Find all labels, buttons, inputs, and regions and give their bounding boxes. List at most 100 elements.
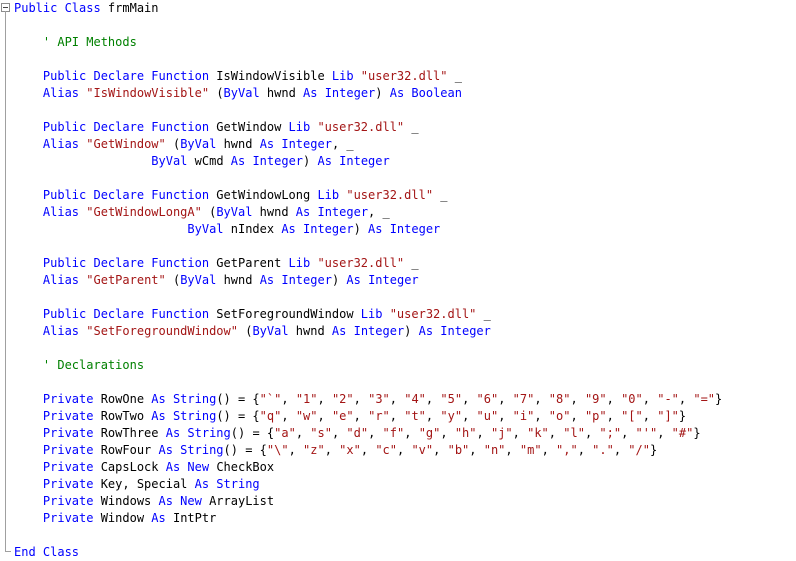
keyword-token: As String <box>158 443 224 457</box>
identifier-token: ( <box>165 137 181 151</box>
identifier-token: ) <box>353 222 369 236</box>
identifier-token: } <box>693 426 701 440</box>
code-line: Private Key, Special As String <box>14 476 260 493</box>
string-token: "r" <box>368 409 390 423</box>
identifier-token <box>14 307 43 321</box>
keyword-token: As Boolean <box>389 86 462 100</box>
identifier-token: ) <box>303 154 318 168</box>
string-token: "1" <box>295 392 318 406</box>
keyword-token: As Integer <box>303 86 376 100</box>
identifier-token <box>14 409 43 423</box>
identifier-token: Windows <box>100 494 159 508</box>
fold-guide-end <box>5 551 11 552</box>
string-token: "t" <box>404 409 426 423</box>
identifier-token: , <box>440 426 455 440</box>
code-line: Public Declare Function GetWindow Lib "u… <box>14 119 419 136</box>
string-token: "b" <box>447 443 470 457</box>
identifier-token: GetParent <box>216 256 289 270</box>
string-token: "j" <box>490 426 513 440</box>
code-line: Public Declare Function SetForegroundWin… <box>14 306 491 323</box>
string-token: "v" <box>411 443 434 457</box>
keyword-token: Alias <box>42 324 87 338</box>
string-token: "h" <box>454 426 477 440</box>
string-token: "p" <box>584 409 607 423</box>
keyword-token: Lib <box>331 69 361 83</box>
keyword-token: ByVal <box>180 137 224 151</box>
code-line: Alias "GetWindowLongA" (ByVal hwnd As In… <box>14 204 390 221</box>
code-line: Public Declare Function GetParent Lib "u… <box>14 255 419 272</box>
identifier-token: RowFour <box>100 443 159 457</box>
string-token: ";" <box>599 426 622 440</box>
keyword-token: As Integer <box>317 154 390 168</box>
keyword-token: Private <box>42 409 101 423</box>
identifier-token: , <box>295 426 311 440</box>
keyword-token: Alias <box>42 273 87 287</box>
identifier-token: } <box>649 443 658 457</box>
keyword-token: ByVal <box>180 273 224 287</box>
string-token: "7" <box>512 392 535 406</box>
identifier-token: _ <box>476 307 491 321</box>
identifier-token: ) <box>404 324 419 338</box>
keyword-token: As String <box>151 392 217 406</box>
keyword-token: ByVal <box>223 86 267 100</box>
string-token: "9" <box>584 392 607 406</box>
identifier-token: SetForegroundWindow <box>216 307 361 321</box>
string-token: "." <box>592 443 614 457</box>
identifier-token: ( <box>165 273 181 287</box>
code-line: Private Window As IntPtr <box>14 510 216 527</box>
keyword-token: Private <box>42 392 101 406</box>
keyword-token: Private <box>42 494 101 508</box>
identifier-token: , <box>606 409 622 423</box>
string-token: "n" <box>483 443 506 457</box>
identifier-token <box>14 154 151 168</box>
string-token: "y" <box>440 409 463 423</box>
identifier-token: , <box>584 426 600 440</box>
code-line: Alias "GetParent" (ByVal hwnd As Integer… <box>14 272 419 289</box>
identifier-token: , <box>324 443 340 457</box>
identifier-token: , <box>613 443 629 457</box>
identifier-token: hwnd <box>295 324 332 338</box>
identifier-token: IsWindowVisible <box>216 69 332 83</box>
string-token: "z" <box>303 443 325 457</box>
keyword-token: Private <box>42 477 101 491</box>
string-token: "," <box>556 443 578 457</box>
string-token: "user32.dll" <box>346 188 434 202</box>
identifier-token: , <box>389 392 405 406</box>
string-token: "GetWindowLongA" <box>86 205 202 219</box>
identifier-token <box>14 222 187 236</box>
identifier-token: , <box>570 392 585 406</box>
string-token: "`" <box>259 392 282 406</box>
identifier-token: () = { <box>216 409 260 423</box>
identifier-token: () = { <box>223 443 267 457</box>
string-token: "#" <box>671 426 694 440</box>
string-token: "8" <box>548 392 571 406</box>
keyword-token: ByVal <box>252 324 296 338</box>
identifier-token: , <box>462 409 477 423</box>
string-token: "]" <box>657 409 679 423</box>
keyword-token: Alias <box>42 86 87 100</box>
identifier-token <box>14 273 43 287</box>
keyword-token: Private <box>42 511 101 525</box>
identifier-token <box>14 120 43 134</box>
code-line: Private RowFour As String() = {"\", "z",… <box>14 442 657 459</box>
identifier-token: , <box>541 443 557 457</box>
code-editor[interactable]: Public Class frmMain ' API Methods Publi… <box>0 0 796 560</box>
keyword-token: As Integer <box>230 154 304 168</box>
string-token: "-" <box>657 392 679 406</box>
identifier-token: , <box>425 392 441 406</box>
identifier-token <box>14 426 43 440</box>
fold-guide-line <box>5 11 6 552</box>
string-token: "GetWindow" <box>86 137 166 151</box>
code-line: Public Declare Function GetWindowLong Li… <box>14 187 448 204</box>
keyword-token: Public Class <box>14 1 108 15</box>
keyword-token: As Integer <box>346 273 419 287</box>
code-line: Public Class frmMain <box>14 0 159 17</box>
string-token: "[" <box>621 409 643 423</box>
keyword-token: ByVal <box>216 205 260 219</box>
code-line: Private Windows As New ArrayList <box>14 493 274 510</box>
keyword-token: As Integer <box>295 205 369 219</box>
identifier-token: hwnd <box>259 205 296 219</box>
identifier-token: GetWindowLong <box>216 188 318 202</box>
keyword-token: End Class <box>14 545 80 559</box>
keyword-token: Alias <box>42 137 87 151</box>
